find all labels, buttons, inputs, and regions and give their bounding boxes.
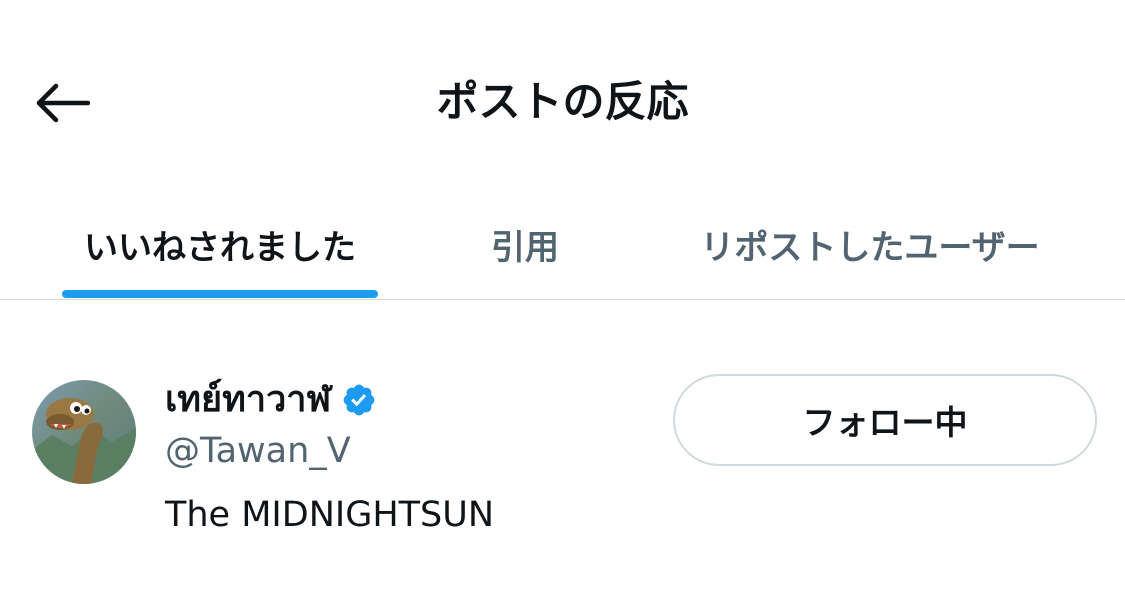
display-name[interactable]: เทย์ทาวาฬ [165,374,331,426]
name-line: เทย์ทาวาฬ [165,374,645,426]
verified-badge-icon [341,382,377,418]
user-info: เทย์ทาวาฬ @Tawan_V The MIDNIGHTSUN [165,374,645,538]
user-list-item[interactable]: เทย์ทาวาฬ @Tawan_V The MIDNIGHTSUN フォロー中 [0,300,1125,592]
active-tab-indicator [62,290,378,298]
tab-reposts[interactable]: リポストしたユーザー [670,190,1070,298]
tab-bar: いいねされました 引用 リポストしたユーザー [0,190,1125,300]
tab-liked[interactable]: いいねされました [60,190,380,298]
avatar[interactable] [32,380,136,484]
avatar-image [32,380,136,484]
top-bar: ポストの反応 [0,0,1125,190]
user-bio: The MIDNIGHTSUN [165,495,495,535]
page-title: ポストの反応 [436,77,689,126]
following-button[interactable]: フォロー中 [673,374,1097,466]
user-handle: @Tawan_V [165,431,351,471]
tab-quotes[interactable]: 引用 [440,190,610,298]
